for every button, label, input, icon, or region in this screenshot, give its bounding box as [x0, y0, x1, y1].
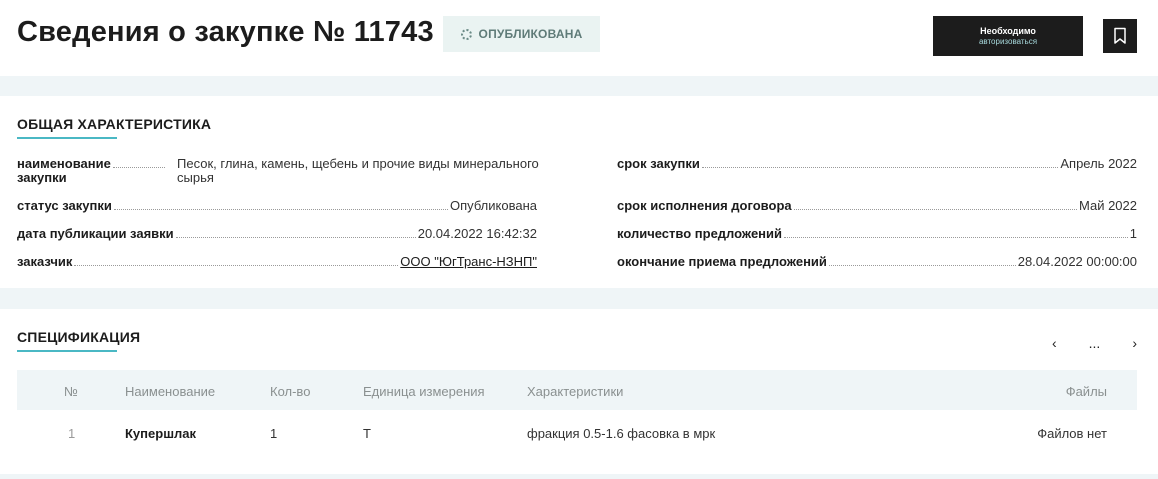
- dotted-leader: [701, 157, 1059, 168]
- info-row-offers: количество предложений 1: [617, 227, 1137, 241]
- title-underline: [17, 137, 117, 139]
- status-badge-label: ОПУБЛИКОВАНА: [478, 27, 583, 41]
- dotted-leader: [175, 227, 416, 238]
- info-key-term: срок закупки: [617, 156, 700, 171]
- info-value-name: Песок, глина, камень, щебень и прочие ви…: [177, 156, 539, 185]
- info-key-pubdate: дата публикации заявки: [17, 226, 174, 241]
- info-value-offers: 1: [1129, 226, 1137, 241]
- cell-qty: 1: [270, 426, 278, 441]
- info-row-pubdate: дата публикации заявки 20.04.2022 16:42:…: [17, 227, 537, 241]
- bookmark-button[interactable]: [1103, 19, 1137, 53]
- dotted-leader: [113, 199, 449, 210]
- dotted-leader: [112, 157, 165, 168]
- info-value-status: Опубликована: [450, 198, 537, 213]
- info-row-name: наименование закупки: [17, 157, 167, 185]
- col-header-name: Наименование: [125, 384, 216, 399]
- info-row-term: срок закупки Апрель 2022: [617, 157, 1137, 171]
- cell-unit: Т: [363, 426, 371, 441]
- login-required-button[interactable]: Необходимо авторизоваться: [933, 16, 1083, 56]
- info-key-customer: заказчик: [17, 254, 73, 269]
- dotted-leader: [828, 255, 1016, 266]
- specification-title: СПЕЦИФИКАЦИЯ: [17, 329, 141, 352]
- page-header: Сведения о закупке № 11743 ОПУБЛИКОВАНА …: [0, 0, 1158, 76]
- general-info-title-text: ОБЩАЯ ХАРАКТЕРИСТИКА: [17, 116, 212, 132]
- loading-circle-icon: [460, 28, 472, 40]
- info-row-customer: заказчик ООО "ЮгТранс-НЗНП": [17, 255, 537, 269]
- col-header-unit: Единица измерения: [363, 384, 485, 399]
- cell-name: Купершлак: [125, 426, 197, 441]
- login-button-line1: Необходимо: [980, 25, 1036, 36]
- info-key-status: статус закупки: [17, 198, 112, 213]
- cell-num: 1: [68, 426, 76, 441]
- specification-title-text: СПЕЦИФИКАЦИЯ: [17, 329, 141, 345]
- info-row-end: окончание приема предложений 28.04.2022 …: [617, 255, 1137, 269]
- info-value-end: 28.04.2022 00:00:00: [1017, 254, 1137, 269]
- info-value-exec: Май 2022: [1079, 198, 1137, 213]
- info-row-status: статус закупки Опубликована: [17, 199, 537, 213]
- dotted-leader: [74, 255, 399, 266]
- table-header: № Наименование Кол-во Единица измерения …: [17, 370, 1137, 410]
- info-key-name: наименование закупки: [17, 156, 111, 185]
- info-value-term: Апрель 2022: [1060, 156, 1137, 171]
- page-title: Сведения о закупке № 11743: [17, 16, 434, 48]
- status-badge: ОПУБЛИКОВАНА: [443, 16, 600, 52]
- col-header-chars: Характеристики: [527, 384, 624, 399]
- info-key-exec: срок исполнения договора: [617, 198, 792, 213]
- pagination: ‹ ... ›: [1052, 335, 1137, 351]
- login-button-line2: авторизоваться: [978, 36, 1038, 46]
- chevron-right-icon[interactable]: ›: [1132, 335, 1137, 351]
- customer-link[interactable]: ООО "ЮгТранс-НЗНП": [400, 255, 537, 269]
- bookmark-icon: [1114, 27, 1126, 44]
- info-key-end: окончание приема предложений: [617, 254, 827, 269]
- info-row-exec: срок исполнения договора Май 2022: [617, 199, 1137, 213]
- general-info-title: ОБЩАЯ ХАРАКТЕРИСТИКА: [17, 116, 212, 139]
- col-header-num: №: [64, 384, 78, 399]
- info-value-pubdate: 20.04.2022 16:42:32: [417, 226, 537, 241]
- title-underline: [17, 350, 117, 352]
- pagination-ellipsis[interactable]: ...: [1089, 335, 1101, 351]
- cell-files: Файлов нет: [1037, 426, 1107, 441]
- info-key-offers: количество предложений: [617, 226, 783, 241]
- chevron-left-icon[interactable]: ‹: [1052, 335, 1057, 351]
- dotted-leader: [793, 199, 1077, 210]
- cell-chars: фракция 0.5-1.6 фасовка в мрк: [527, 426, 716, 441]
- dotted-leader: [784, 227, 1128, 238]
- col-header-qty: Кол-во: [270, 384, 311, 399]
- col-header-files: Файлы: [1065, 384, 1107, 399]
